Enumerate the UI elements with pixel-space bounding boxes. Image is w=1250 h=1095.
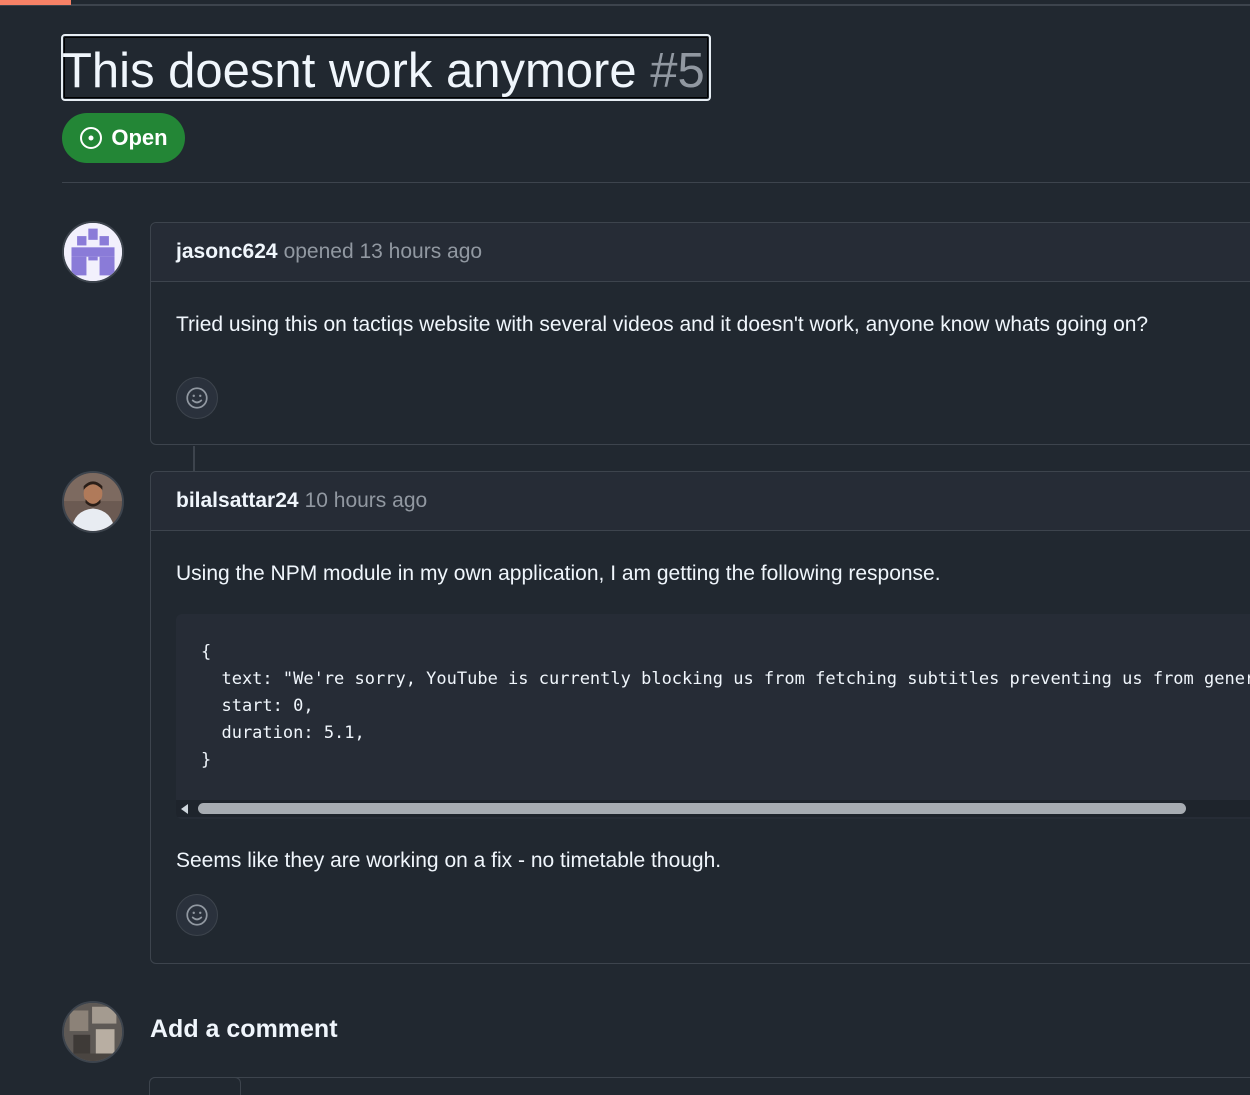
timeline-connector [193,446,195,471]
add-comment-heading: Add a comment [150,1015,338,1043]
issue-title[interactable]: This doesnt work anymore #5 [62,38,705,104]
editor-tab-write[interactable] [149,1077,241,1095]
avatar[interactable] [62,221,124,283]
code-line: text: "We're sorry, YouTube is currently… [201,669,1250,689]
header-divider [62,182,1250,183]
smiley-icon [186,904,208,926]
issue-state-label: Open [111,125,168,150]
comment-card: bilalsattar24 10 hours ago Using the NPM… [150,471,1250,964]
issue-page: This doesnt work anymore #5 Open jasonc6… [0,0,1250,1095]
avatar[interactable] [62,471,124,533]
scroll-left-arrow-icon[interactable] [181,804,188,814]
comment-card: jasonc624 opened 13 hours ago Tried usin… [150,222,1250,445]
comment-body-outro: Seems like they are working on a fix - n… [176,849,722,872]
comment-timestamp[interactable]: 10 hours ago [305,489,428,513]
user-photo [64,473,122,531]
comment-timestamp[interactable]: opened 13 hours ago [284,240,483,264]
issue-number: #5 [650,44,705,98]
identicon [64,223,122,281]
comment-author[interactable]: bilalsattar24 [176,489,299,513]
page-load-progress [0,0,71,5]
issue-state-badge: Open [62,113,185,163]
comment-author[interactable]: jasonc624 [176,240,278,264]
smiley-icon [186,387,208,409]
issue-title-text: This doesnt work anymore [62,44,637,98]
comment-body-intro: Using the NPM module in my own applicati… [176,562,941,585]
add-reaction-button[interactable] [176,894,218,936]
comment-header: bilalsattar24 10 hours ago [151,472,1250,531]
top-divider [0,4,1250,6]
scrollbar-thumb[interactable] [198,803,1186,814]
user-photo [64,1003,122,1061]
code-line: duration: 5.1, [201,723,365,743]
comment-body: Tried using this on tactiqs website with… [176,313,1149,336]
code-line: { [201,642,212,662]
avatar[interactable] [62,1001,124,1063]
code-line: start: 0, [201,696,314,716]
issue-opened-icon [80,127,103,149]
comment-editor[interactable] [149,1077,1250,1095]
code-block: { text: "We're sorry, YouTube is current… [176,614,1250,819]
code-line: } [201,750,212,770]
comment-header: jasonc624 opened 13 hours ago [151,223,1250,282]
add-reaction-button[interactable] [176,377,218,419]
